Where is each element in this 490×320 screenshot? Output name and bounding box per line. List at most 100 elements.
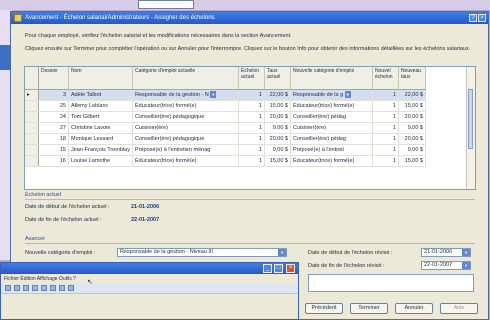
- new-icon[interactable]: [5, 285, 11, 291]
- help-button[interactable]: Aide: [440, 303, 478, 314]
- mouse-cursor-icon: ↖: [87, 279, 93, 286]
- row-selector[interactable]: [25, 133, 39, 145]
- column-header[interactable]: Nouvel échelon: [372, 67, 399, 90]
- cell-categorie[interactable]: Conseiller(ère) pédagogique: [132, 133, 239, 145]
- grid-scrollbar[interactable]: [466, 67, 475, 189]
- cell-nouvel-echelon[interactable]: 1: [372, 100, 399, 112]
- cell-categorie-text: Responsable de la gestion - N: [135, 91, 209, 98]
- table-row[interactable]: 15 Jean-François Tremblay Préposé(e) à l…: [25, 144, 426, 156]
- cell-nouvelle-categorie[interactable]: Éducateur(trice) formé(e): [290, 100, 373, 112]
- cell-echelon: 1: [238, 155, 265, 167]
- toolbar: [1, 283, 298, 294]
- new-end-label: Date de fin de l'échelon révisé :: [308, 263, 385, 269]
- cell-nouvel-echelon[interactable]: 1: [372, 133, 399, 145]
- notes-field[interactable]: [308, 274, 474, 292]
- new-start-date-picker[interactable]: 21-01-2006 ▼: [421, 248, 471, 257]
- menu-bar[interactable]: Fichier Édition Affichage Outils ?: [4, 276, 76, 282]
- cut-icon[interactable]: [41, 285, 47, 291]
- table-row[interactable]: ▸ 3 Adèle Talbot Responsable de la gesti…: [25, 89, 426, 101]
- row-selector-icon[interactable]: ▸: [25, 89, 39, 101]
- dialog-title-bar: Avancement - Échelon salarial/Administra…: [11, 12, 488, 24]
- chevron-down-icon[interactable]: ▼: [462, 249, 470, 256]
- table-row[interactable]: 16 Louise Lamothe Éducateur(trice) formé…: [25, 155, 426, 167]
- cell-echelon: 1: [238, 100, 265, 112]
- chevron-down-icon[interactable]: ▼: [462, 262, 470, 269]
- table-row[interactable]: 24 Tom Gilbert Conseiller(ère) pédagogiq…: [25, 111, 426, 123]
- chevron-down-icon[interactable]: ▼: [210, 91, 217, 98]
- cell-nouvel-echelon[interactable]: 1: [372, 111, 399, 123]
- new-category-dropdown[interactable]: Responsable de la gestion - Niveau III ▼: [117, 248, 287, 257]
- column-header[interactable]: Nom: [68, 67, 133, 90]
- row-selector[interactable]: [25, 122, 39, 134]
- cell-nom: Adèle Talbot: [68, 89, 133, 101]
- cell-echelon: 1: [238, 133, 265, 145]
- column-header[interactable]: Taux actuel: [264, 67, 291, 90]
- section-divider: [25, 199, 475, 200]
- maximize-icon[interactable]: □: [274, 264, 283, 273]
- paste-icon[interactable]: [59, 285, 65, 291]
- chevron-down-icon[interactable]: ▼: [344, 91, 351, 98]
- previous-button[interactable]: Précédent: [305, 303, 343, 314]
- cell-dossier: 3: [38, 89, 69, 101]
- column-header[interactable]: Catégorie d'emploi actuelle: [132, 67, 239, 90]
- cell-nom: Monique Lessard: [68, 133, 133, 145]
- cell-nouvelle-categorie[interactable]: Préposé(e) à l'entreti: [290, 144, 373, 156]
- cell-categorie[interactable]: Responsable de la gestion - N ▼: [132, 89, 239, 101]
- cell-nom: Louise Lamothe: [68, 155, 133, 167]
- cell-nouveau-taux: 15,00 $: [398, 100, 426, 112]
- cell-nouvel-echelon[interactable]: 1: [372, 122, 399, 134]
- cell-dossier: 24: [38, 111, 69, 123]
- cell-categorie[interactable]: Conseiller(ère) pédagogique: [132, 111, 239, 123]
- cell-nouvelle-categorie-text: Responsable de la g: [293, 91, 344, 98]
- close-icon[interactable]: ×: [478, 14, 486, 22]
- employee-grid[interactable]: Dossier Nom Catégorie d'emploi actuelle …: [24, 66, 476, 190]
- cell-nouvelle-categorie[interactable]: Éducateur(trice) formé(e): [290, 155, 373, 167]
- cancel-button[interactable]: Annuler: [395, 303, 433, 314]
- cell-categorie[interactable]: Cuisinier(ère): [132, 122, 239, 134]
- cell-nouvelle-categorie[interactable]: Conseiller(ère) pédag: [290, 133, 373, 145]
- finish-button[interactable]: Terminer: [350, 303, 388, 314]
- cell-nouvel-echelon[interactable]: 1: [372, 89, 399, 101]
- cell-nouveau-taux: 9,00 $: [398, 144, 426, 156]
- table-row[interactable]: 18 Monique Lessard Conseiller(ère) pédag…: [25, 133, 426, 145]
- minimize-icon[interactable]: _: [263, 264, 272, 273]
- cell-categorie[interactable]: Éducateur(trice) formé(e): [132, 155, 239, 167]
- open-icon[interactable]: [14, 285, 20, 291]
- background-dropdown[interactable]: [138, 0, 194, 9]
- new-end-date-picker[interactable]: 22-01-2007 ▼: [421, 261, 471, 270]
- row-selector[interactable]: [25, 155, 39, 167]
- print-icon[interactable]: [32, 285, 38, 291]
- row-selector[interactable]: [25, 100, 39, 112]
- cell-nouvel-echelon[interactable]: 1: [372, 155, 399, 167]
- cell-nom: Christine Lavoie: [68, 122, 133, 134]
- new-start-label: Date de début de l'échelon révisé :: [308, 250, 393, 256]
- cell-nouvelle-categorie[interactable]: Cuisinier(ère): [290, 122, 373, 134]
- column-header[interactable]: Nouveau taux: [398, 67, 426, 90]
- cell-dossier: 15: [38, 144, 69, 156]
- cell-nom: Jean-François Tremblay: [68, 144, 133, 156]
- save-icon[interactable]: [23, 285, 29, 291]
- cell-categorie[interactable]: Préposé(e) à l'entretien ménag: [132, 144, 239, 156]
- table-row[interactable]: 25 Allemy Leblanc Éducateur(trice) formé…: [25, 100, 426, 112]
- column-header[interactable]: Échelon actuel: [238, 67, 265, 90]
- chevron-down-icon[interactable]: ▼: [278, 249, 286, 256]
- copy-icon[interactable]: [50, 285, 56, 291]
- column-header[interactable]: Dossier: [38, 67, 69, 90]
- close-icon[interactable]: ×: [286, 264, 295, 273]
- row-selector[interactable]: [25, 111, 39, 123]
- cell-categorie[interactable]: Éducateur(trice) formé(e): [132, 100, 239, 112]
- current-end-value: 22-01-2007: [131, 217, 160, 223]
- cell-nouvel-echelon[interactable]: 1: [372, 144, 399, 156]
- table-row[interactable]: 27 Christine Lavoie Cuisinier(ère) 1 9,0…: [25, 122, 426, 134]
- help-icon[interactable]: ?: [469, 14, 477, 22]
- row-selector[interactable]: [25, 144, 39, 156]
- cell-nouvelle-categorie[interactable]: Responsable de la g ▼: [290, 89, 373, 101]
- scrollbar-thumb[interactable]: [468, 89, 473, 149]
- cell-nouvelle-categorie[interactable]: Conseiller(ère) pédag: [290, 111, 373, 123]
- cell-echelon: 1: [238, 144, 265, 156]
- cell-dossier: 18: [38, 133, 69, 145]
- column-header[interactable]: Nouvelle catégorie d'emploi: [290, 67, 373, 90]
- current-start-value: 21-01-2006: [131, 204, 160, 210]
- undo-icon[interactable]: [68, 285, 74, 291]
- dialog-title: Avancement - Échelon salarial/Administra…: [25, 15, 215, 21]
